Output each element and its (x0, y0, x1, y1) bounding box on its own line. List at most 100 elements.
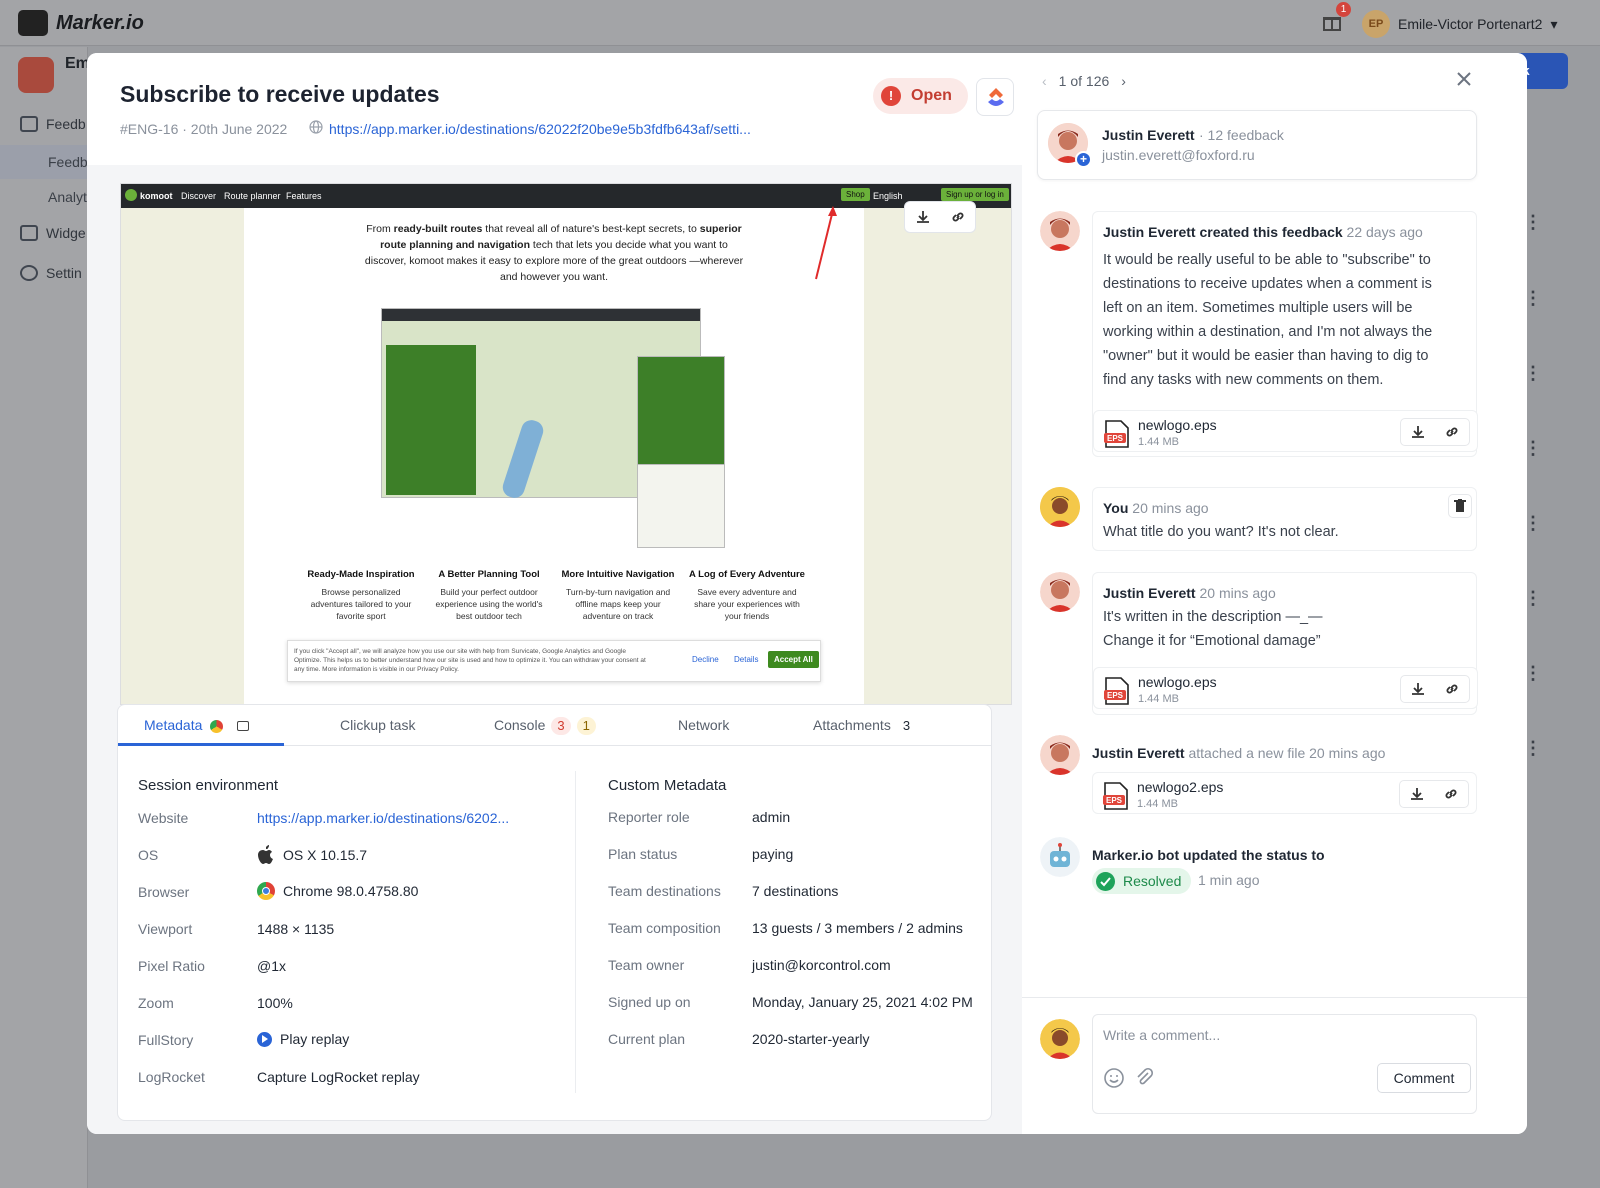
site-shop-button: Shop (841, 188, 870, 201)
comment-card: Justin Everett created this feedback 22 … (1092, 211, 1478, 457)
avatar: EP (1362, 10, 1390, 38)
comment-body: What title do you want? It's not clear. (1103, 524, 1339, 540)
comment-header: Justin Everett 20 mins ago (1103, 585, 1276, 601)
page-title: Subscribe to receive updates (120, 81, 440, 107)
sidebar-sub-feedback[interactable]: Feedb (48, 154, 88, 170)
meta-key: Team destinations (608, 883, 721, 899)
link-icon[interactable] (1444, 424, 1460, 440)
monitor-icon (237, 721, 250, 732)
globe-icon (309, 120, 323, 134)
comment-button[interactable]: Comment (1377, 1063, 1471, 1093)
clickup-button[interactable] (976, 78, 1014, 116)
comment-card: Justin Everett 20 mins ago It's written … (1092, 572, 1478, 715)
attachment-file[interactable]: EPS newlogo.eps 1.44 MB (1093, 667, 1478, 709)
user-menu[interactable]: EP Emile-Victor Portenart2 ▾ (1362, 10, 1558, 38)
caret-down-icon: ▾ (1550, 15, 1558, 32)
marker-logo[interactable]: Marker.io (18, 10, 144, 36)
tab-attachments[interactable]: Attachments 3 (813, 717, 917, 735)
site-route-image (637, 464, 725, 548)
plus-icon: + (1075, 151, 1092, 168)
status-badge: Resolved (1092, 868, 1192, 894)
comment-card: You 20 mins ago What title do you want? … (1092, 487, 1477, 551)
comment-input[interactable]: Write a comment... (1103, 1027, 1220, 1043)
widget-icon (20, 225, 38, 241)
chevron-right-icon[interactable]: › (1121, 73, 1126, 89)
gear-icon (20, 265, 38, 281)
meta-key: Team composition (608, 920, 721, 936)
attachment-file[interactable]: EPS newlogo2.eps 1.44 MB (1092, 772, 1477, 814)
annotation-arrow (815, 206, 837, 280)
download-icon[interactable] (1410, 424, 1426, 440)
site-signup-button: Sign up or log in (941, 188, 1009, 201)
file-actions (1399, 780, 1469, 808)
download-icon[interactable] (915, 209, 931, 225)
close-icon[interactable] (1456, 71, 1472, 87)
avatar (1040, 211, 1080, 251)
emoji-icon[interactable] (1103, 1067, 1125, 1089)
alert-icon: ! (881, 86, 901, 106)
meta-key: FullStory (138, 1032, 194, 1048)
activity-time: 1 min ago (1198, 872, 1260, 888)
meta-key: Reporter role (608, 809, 690, 825)
play-replay-link[interactable]: Play replay (257, 1031, 349, 1047)
play-icon (257, 1031, 272, 1047)
logrocket-link[interactable]: Capture LogRocket replay (257, 1069, 420, 1085)
meta-value: 2020-starter-yearly (752, 1031, 870, 1047)
tab-console[interactable]: Console 3 1 (494, 717, 596, 735)
eps-file-icon: EPS (1104, 677, 1129, 705)
project-icon[interactable] (18, 57, 54, 93)
meta-value: 100% (257, 995, 293, 1011)
details-panel: Metadata Clickup task Console 3 1 Network … (117, 704, 992, 1121)
meta-key: Plan status (608, 846, 678, 862)
website-link[interactable]: https://app.marker.io/destinations/6202.… (257, 810, 509, 826)
trash-icon (1454, 499, 1466, 512)
sidebar-item-settings[interactable]: Settin (20, 265, 82, 281)
error-count-badge: 3 (551, 717, 571, 735)
feedback-modal: Subscribe to receive updates #ENG-16 · 2… (87, 53, 1527, 1134)
attachment-file[interactable]: EPS newlogo.eps 1.44 MB (1093, 410, 1478, 452)
link-icon[interactable] (950, 209, 966, 225)
meta-value: 7 destinations (752, 883, 839, 899)
tab-network[interactable]: Network (678, 717, 729, 733)
link-icon[interactable] (1443, 786, 1459, 802)
session-environment-title: Session environment (138, 777, 279, 794)
meta-value: OS X 10.15.7 (257, 845, 367, 865)
chevron-left-icon[interactable]: ‹ (1042, 73, 1047, 89)
meta-value: paying (752, 846, 794, 862)
comment-body: It's written in the description —_— Chan… (1103, 609, 1323, 649)
activity-header: Justin Everett attached a new file 20 mi… (1092, 745, 1386, 761)
delete-comment-button[interactable] (1448, 494, 1472, 518)
link-icon[interactable] (1444, 681, 1460, 697)
tab-clickup-task[interactable]: Clickup task (340, 717, 415, 733)
custom-metadata-title: Custom Metadata (608, 777, 727, 794)
sidebar-sub-analytics[interactable]: Analyt (48, 189, 87, 205)
meta-value: 13 guests / 3 members / 2 admins (752, 920, 963, 936)
meta-value: Chrome 98.0.4758.80 (257, 882, 418, 900)
feedback-pager: ‹ 1 of 126 › (1042, 73, 1126, 89)
activity-header: Marker.io bot updated the status to (1092, 847, 1325, 863)
reporter-card[interactable]: + Justin Everett · 12 feedback justin.ev… (1037, 110, 1477, 180)
check-icon (1096, 871, 1115, 891)
download-icon[interactable] (1409, 786, 1425, 802)
meta-key: Current plan (608, 1031, 686, 1047)
warning-count-badge: 1 (576, 717, 596, 735)
status-dropdown[interactable]: ! Open (873, 78, 968, 114)
page-url-link[interactable]: https://app.marker.io/destinations/62022… (329, 121, 751, 137)
tab-bar: Metadata Clickup task Console 3 1 Network … (118, 705, 991, 746)
avatar (1040, 1019, 1080, 1059)
meta-value: @1x (257, 958, 286, 974)
paperclip-icon[interactable] (1133, 1067, 1155, 1089)
sidebar-item-feedback[interactable]: Feedb (20, 116, 86, 132)
tab-metadata[interactable]: Metadata (144, 717, 250, 733)
site-intro-text: From ready-built routes that reveal all … (364, 223, 744, 283)
app-sidebar (0, 47, 88, 1188)
meta-key: OS (138, 847, 159, 863)
site-feature: A Better Planning Tool Build your perfect… (435, 569, 543, 621)
divider (575, 771, 576, 1093)
feedback-details: Subscribe to receive updates #ENG-16 · 2… (87, 53, 1132, 1134)
meta-key: Team owner (608, 957, 685, 973)
download-icon[interactable] (1410, 681, 1426, 697)
gift-icon[interactable]: 1 (1322, 2, 1351, 32)
sidebar-item-widget[interactable]: Widge (20, 225, 86, 241)
screenshot-preview[interactable]: komoot Discover Route planner Features S… (120, 183, 1012, 705)
